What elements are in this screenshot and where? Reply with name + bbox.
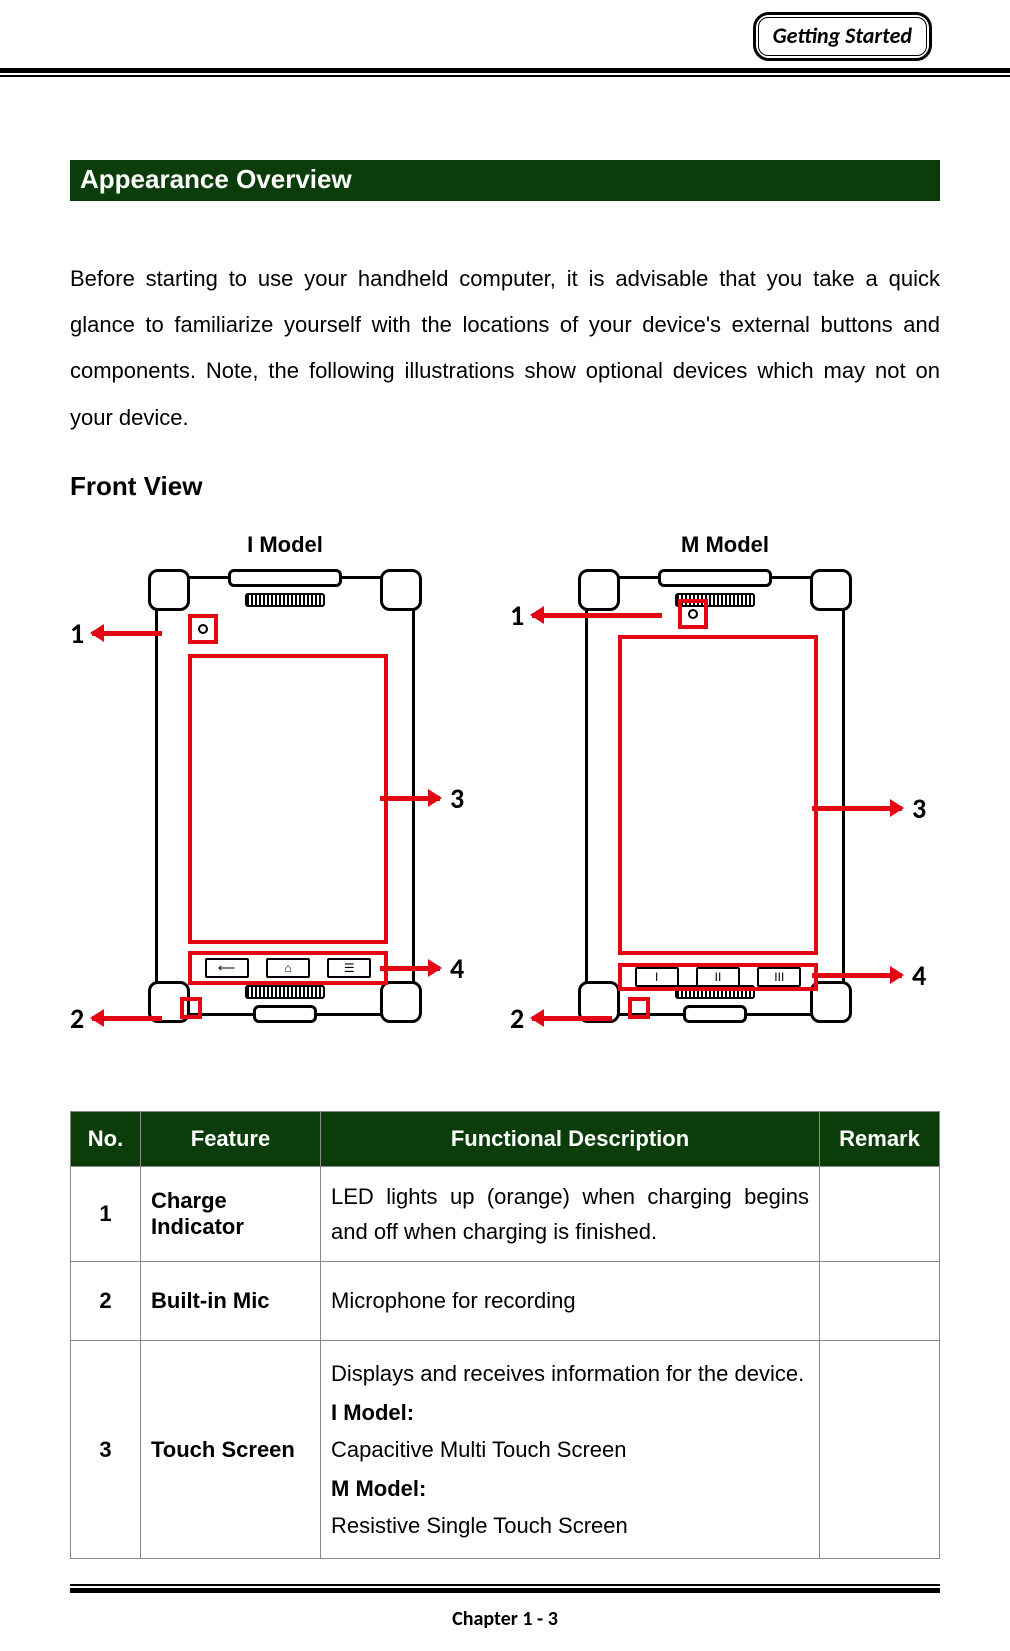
feature-table: No. Feature Functional Description Remar… bbox=[70, 1111, 940, 1559]
callout-box-charge-indicator bbox=[188, 614, 218, 644]
table-row: 3 Touch Screen Displays and receives inf… bbox=[71, 1341, 940, 1559]
diagram-m-model-label: M Model bbox=[510, 532, 940, 558]
nav-menu-icon: ☰ bbox=[327, 958, 371, 978]
callout-2: 2 bbox=[510, 1001, 612, 1036]
callout-3: 3 bbox=[812, 791, 926, 826]
th-no: No. bbox=[71, 1111, 141, 1166]
nav-home-icon: ⌂ bbox=[266, 958, 310, 978]
callout-3: 3 bbox=[380, 781, 464, 816]
device-outline: I II III bbox=[585, 576, 845, 1016]
diagrams-row: I Model ⟵ ⌂ ☰ bbox=[70, 532, 940, 1056]
callout-box-mic bbox=[628, 997, 650, 1019]
callout-box-nav-bar: I II III bbox=[618, 963, 818, 991]
section-title: Appearance Overview bbox=[70, 160, 940, 201]
callout-1: 1 bbox=[70, 616, 162, 651]
page-header-badge-text: Getting Started bbox=[758, 17, 927, 56]
callout-box-touch-screen bbox=[188, 654, 388, 944]
nav-back-icon: ⟵ bbox=[205, 958, 249, 978]
callout-box-mic bbox=[180, 997, 202, 1019]
device-outline: ⟵ ⌂ ☰ bbox=[155, 576, 415, 1016]
header-divider bbox=[0, 68, 1010, 77]
front-view-heading: Front View bbox=[70, 471, 940, 502]
callout-box-touch-screen bbox=[618, 635, 818, 955]
callout-4: 4 bbox=[812, 958, 926, 993]
table-row: 2 Built-in Mic Microphone for recording bbox=[71, 1262, 940, 1341]
diagram-i-model: I Model ⟵ ⌂ ☰ bbox=[70, 532, 500, 1056]
callout-box-charge-indicator bbox=[678, 599, 708, 629]
callout-box-nav-bar: ⟵ ⌂ ☰ bbox=[188, 951, 388, 985]
th-feature: Feature bbox=[141, 1111, 321, 1166]
diagram-i-model-label: I Model bbox=[70, 532, 500, 558]
th-remark: Remark bbox=[820, 1111, 940, 1166]
page-footer: Chapter 1 - 3 bbox=[0, 1607, 1010, 1631]
page-header-badge: Getting Started bbox=[753, 12, 932, 61]
callout-2: 2 bbox=[70, 1001, 162, 1036]
nav-key-1: I bbox=[635, 967, 679, 987]
diagram-m-model: M Model I II III bbox=[510, 532, 940, 1056]
table-row: 1 Charge Indicator LED lights up (orange… bbox=[71, 1166, 940, 1261]
callout-1: 1 bbox=[510, 598, 662, 633]
callout-4: 4 bbox=[380, 951, 464, 986]
th-desc: Functional Description bbox=[321, 1111, 820, 1166]
footer-divider bbox=[70, 1584, 940, 1593]
nav-key-3: III bbox=[757, 967, 801, 987]
nav-key-2: II bbox=[696, 967, 740, 987]
intro-paragraph: Before starting to use your handheld com… bbox=[70, 256, 940, 441]
